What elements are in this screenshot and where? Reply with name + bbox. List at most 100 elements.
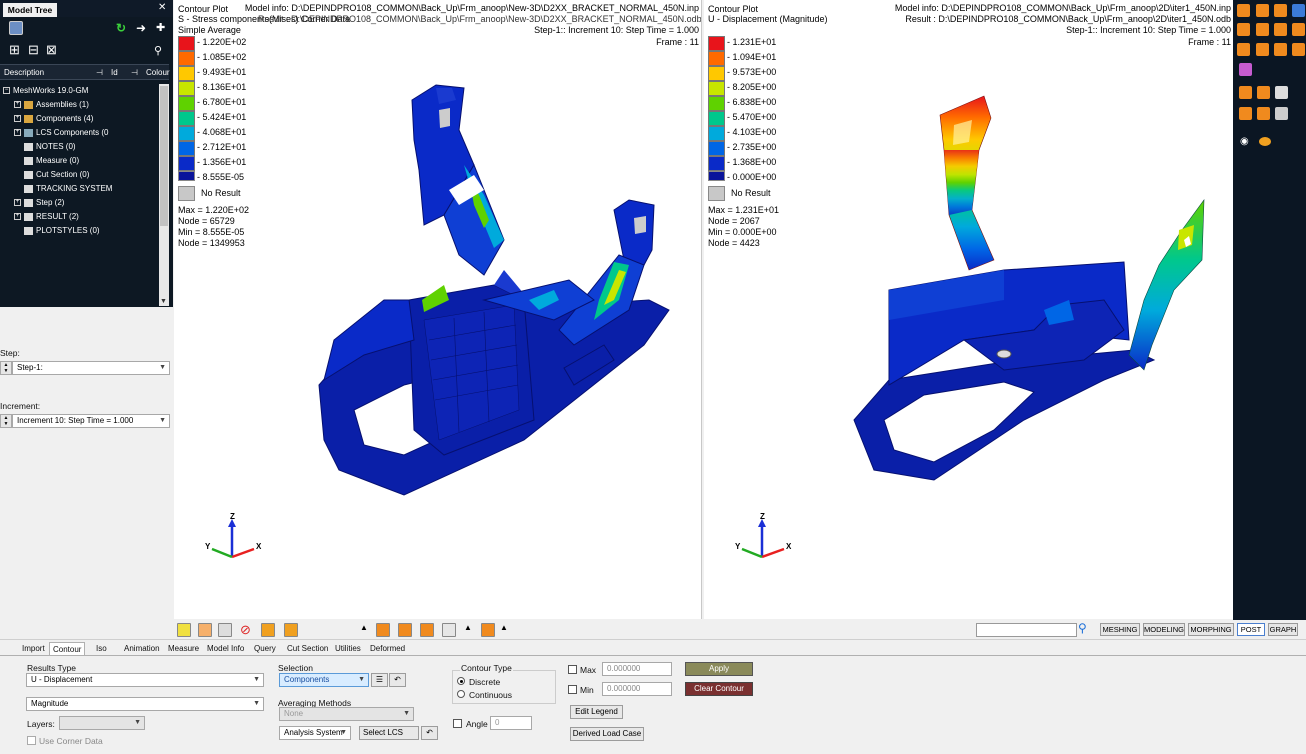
tree-item-result[interactable]: + RESULT (2) bbox=[14, 210, 79, 224]
tab-model-info[interactable]: Model Info bbox=[207, 642, 244, 655]
column-colour[interactable]: Colour bbox=[146, 65, 170, 80]
increment-spinner[interactable]: ▲ ▼ bbox=[0, 414, 12, 428]
transparency-icon[interactable] bbox=[1257, 107, 1270, 120]
zoom-fit-icon[interactable] bbox=[1274, 43, 1287, 56]
viewport-stress[interactable]: Contour Plot S - Stress components(Mises… bbox=[174, 0, 702, 619]
model-tree-tab[interactable]: Model Tree bbox=[3, 3, 57, 17]
view-rotate-icon[interactable] bbox=[1292, 23, 1305, 36]
outline-icon[interactable] bbox=[1275, 107, 1288, 120]
expand-tree-icon[interactable]: ⊞ bbox=[9, 42, 20, 58]
zoom-in-icon[interactable] bbox=[1237, 43, 1250, 56]
derived-load-case-button[interactable]: Derived Load Case bbox=[570, 727, 644, 741]
shade-icon[interactable] bbox=[1239, 86, 1252, 99]
hidden-line-icon[interactable] bbox=[1275, 86, 1288, 99]
refresh-icon[interactable]: ↻ bbox=[116, 21, 126, 35]
wireframe-icon[interactable] bbox=[1257, 86, 1270, 99]
results-type-select[interactable]: U - Displacement ▼ bbox=[26, 673, 264, 687]
selection-undo-icon[interactable]: ↶ bbox=[389, 673, 406, 687]
viewport-displacement[interactable]: Contour Plot U - Displacement (Magnitude… bbox=[704, 0, 1233, 619]
tree-item-lcs[interactable]: + LCS Components (0 bbox=[14, 126, 108, 140]
min-checkbox[interactable] bbox=[568, 685, 577, 694]
tree-item-plotstyles[interactable]: PLOTSTYLES (0) bbox=[24, 224, 100, 238]
component-select[interactable]: Magnitude ▼ bbox=[26, 697, 264, 711]
eye-icon[interactable]: ◉ bbox=[1240, 136, 1249, 147]
column-description[interactable]: Description bbox=[4, 65, 44, 80]
bracket-shell-model[interactable] bbox=[704, 0, 1233, 619]
mode-meshing-button[interactable]: MESHING bbox=[1100, 623, 1140, 636]
select-arrow-icon[interactable] bbox=[177, 623, 191, 637]
pin-icon[interactable]: ✚ bbox=[156, 21, 165, 34]
view-right-icon[interactable] bbox=[1274, 23, 1287, 36]
scroll-down-icon[interactable]: ▼ bbox=[160, 298, 167, 305]
deselect-icon[interactable]: ⊘ bbox=[240, 622, 251, 638]
select-all-icon[interactable] bbox=[218, 623, 232, 637]
solid-icon[interactable] bbox=[398, 623, 412, 637]
tab-measure[interactable]: Measure bbox=[168, 642, 199, 655]
arrow-right-icon[interactable]: ➜ bbox=[136, 21, 146, 35]
view-top-icon[interactable] bbox=[1237, 23, 1250, 36]
step-select[interactable]: Step-1: ▼ bbox=[12, 361, 170, 375]
view-bottom-icon[interactable] bbox=[1256, 23, 1269, 36]
discrete-radio[interactable] bbox=[457, 677, 465, 685]
chevron-up-icon[interactable]: ▲ bbox=[360, 623, 368, 632]
max-checkbox[interactable] bbox=[568, 665, 577, 674]
lcs-undo-icon[interactable]: ↶ bbox=[421, 726, 438, 740]
display-icon[interactable] bbox=[1239, 107, 1252, 120]
min-input[interactable]: 0.000000 bbox=[602, 682, 672, 696]
mode-graph-button[interactable]: GRAPH bbox=[1268, 623, 1298, 636]
search-input[interactable] bbox=[976, 623, 1077, 637]
tree-scrollbar[interactable]: ▼ bbox=[159, 84, 169, 306]
hide-icon[interactable] bbox=[1259, 137, 1271, 146]
model-display-icon[interactable] bbox=[481, 623, 495, 637]
select-lcs-button[interactable]: Select LCS bbox=[359, 726, 419, 740]
zoom-out-icon[interactable] bbox=[1256, 43, 1269, 56]
mode-morphing-button[interactable]: MORPHING bbox=[1188, 623, 1234, 636]
selection-select[interactable]: Components ▼ bbox=[279, 673, 369, 687]
scroll-thumb[interactable] bbox=[160, 86, 168, 226]
clear-contour-button[interactable]: Clear Contour bbox=[685, 682, 753, 696]
surface-icon[interactable] bbox=[420, 623, 434, 637]
angle-checkbox[interactable] bbox=[453, 719, 462, 728]
use-corner-data-checkbox[interactable] bbox=[27, 736, 36, 745]
tab-animation[interactable]: Animation bbox=[124, 642, 160, 655]
tree-item-notes[interactable]: NOTES (0) bbox=[24, 140, 76, 154]
tab-deformed[interactable]: Deformed bbox=[370, 642, 405, 655]
tab-query[interactable]: Query bbox=[254, 642, 276, 655]
bracket-3d-model[interactable] bbox=[174, 0, 702, 619]
pid-icon[interactable] bbox=[261, 623, 275, 637]
tree-item-measure[interactable]: Measure (0) bbox=[24, 154, 79, 168]
chevron-up-icon[interactable]: ▲ bbox=[500, 623, 508, 632]
increment-select[interactable]: Increment 10: Step Time = 1.000 ▼ bbox=[12, 414, 170, 428]
angle-input[interactable]: 0 bbox=[490, 716, 532, 730]
step-spinner[interactable]: ▲ ▼ bbox=[0, 361, 12, 375]
view-back-icon[interactable] bbox=[1256, 4, 1269, 17]
tab-import[interactable]: Import bbox=[22, 642, 45, 655]
pid-all-icon[interactable] bbox=[284, 623, 298, 637]
tab-iso[interactable]: Iso bbox=[96, 642, 107, 655]
tree-item-tracking[interactable]: TRACKING SYSTEM bbox=[24, 182, 112, 196]
max-input[interactable]: 0.000000 bbox=[602, 662, 672, 676]
select-window-icon[interactable] bbox=[198, 623, 212, 637]
zoom-box-icon[interactable] bbox=[1292, 43, 1305, 56]
pick-center-icon[interactable] bbox=[1239, 63, 1252, 76]
tab-utilities[interactable]: Utilities bbox=[335, 642, 361, 655]
model-icon[interactable] bbox=[9, 21, 23, 35]
view-left-icon[interactable] bbox=[1274, 4, 1287, 17]
search-icon[interactable]: ⚲ bbox=[1078, 621, 1087, 635]
pick-icon[interactable]: ⚲ bbox=[154, 44, 162, 57]
close-icon[interactable]: ✕ bbox=[158, 2, 166, 13]
view-front-icon[interactable] bbox=[1237, 4, 1250, 17]
filter-tree-icon[interactable]: ⊠ bbox=[46, 42, 57, 58]
tree-root[interactable]: − MeshWorks 19.0-GM bbox=[3, 84, 88, 98]
tree-item-cut-section[interactable]: Cut Section (0) bbox=[24, 168, 89, 182]
edge-icon[interactable] bbox=[442, 623, 456, 637]
mode-post-button[interactable]: POST bbox=[1237, 623, 1265, 636]
view-iso-icon[interactable] bbox=[1292, 4, 1305, 17]
chevron-up-icon[interactable]: ▲ bbox=[464, 623, 472, 632]
analysis-system-select[interactable]: Analysis System ▼ bbox=[279, 726, 351, 740]
continuous-radio[interactable] bbox=[457, 690, 465, 698]
mode-modeling-button[interactable]: MODELING bbox=[1143, 623, 1185, 636]
column-id[interactable]: Id bbox=[111, 65, 118, 80]
selection-list-icon[interactable]: ☰ bbox=[371, 673, 388, 687]
averaging-select[interactable]: None ▼ bbox=[279, 707, 414, 721]
